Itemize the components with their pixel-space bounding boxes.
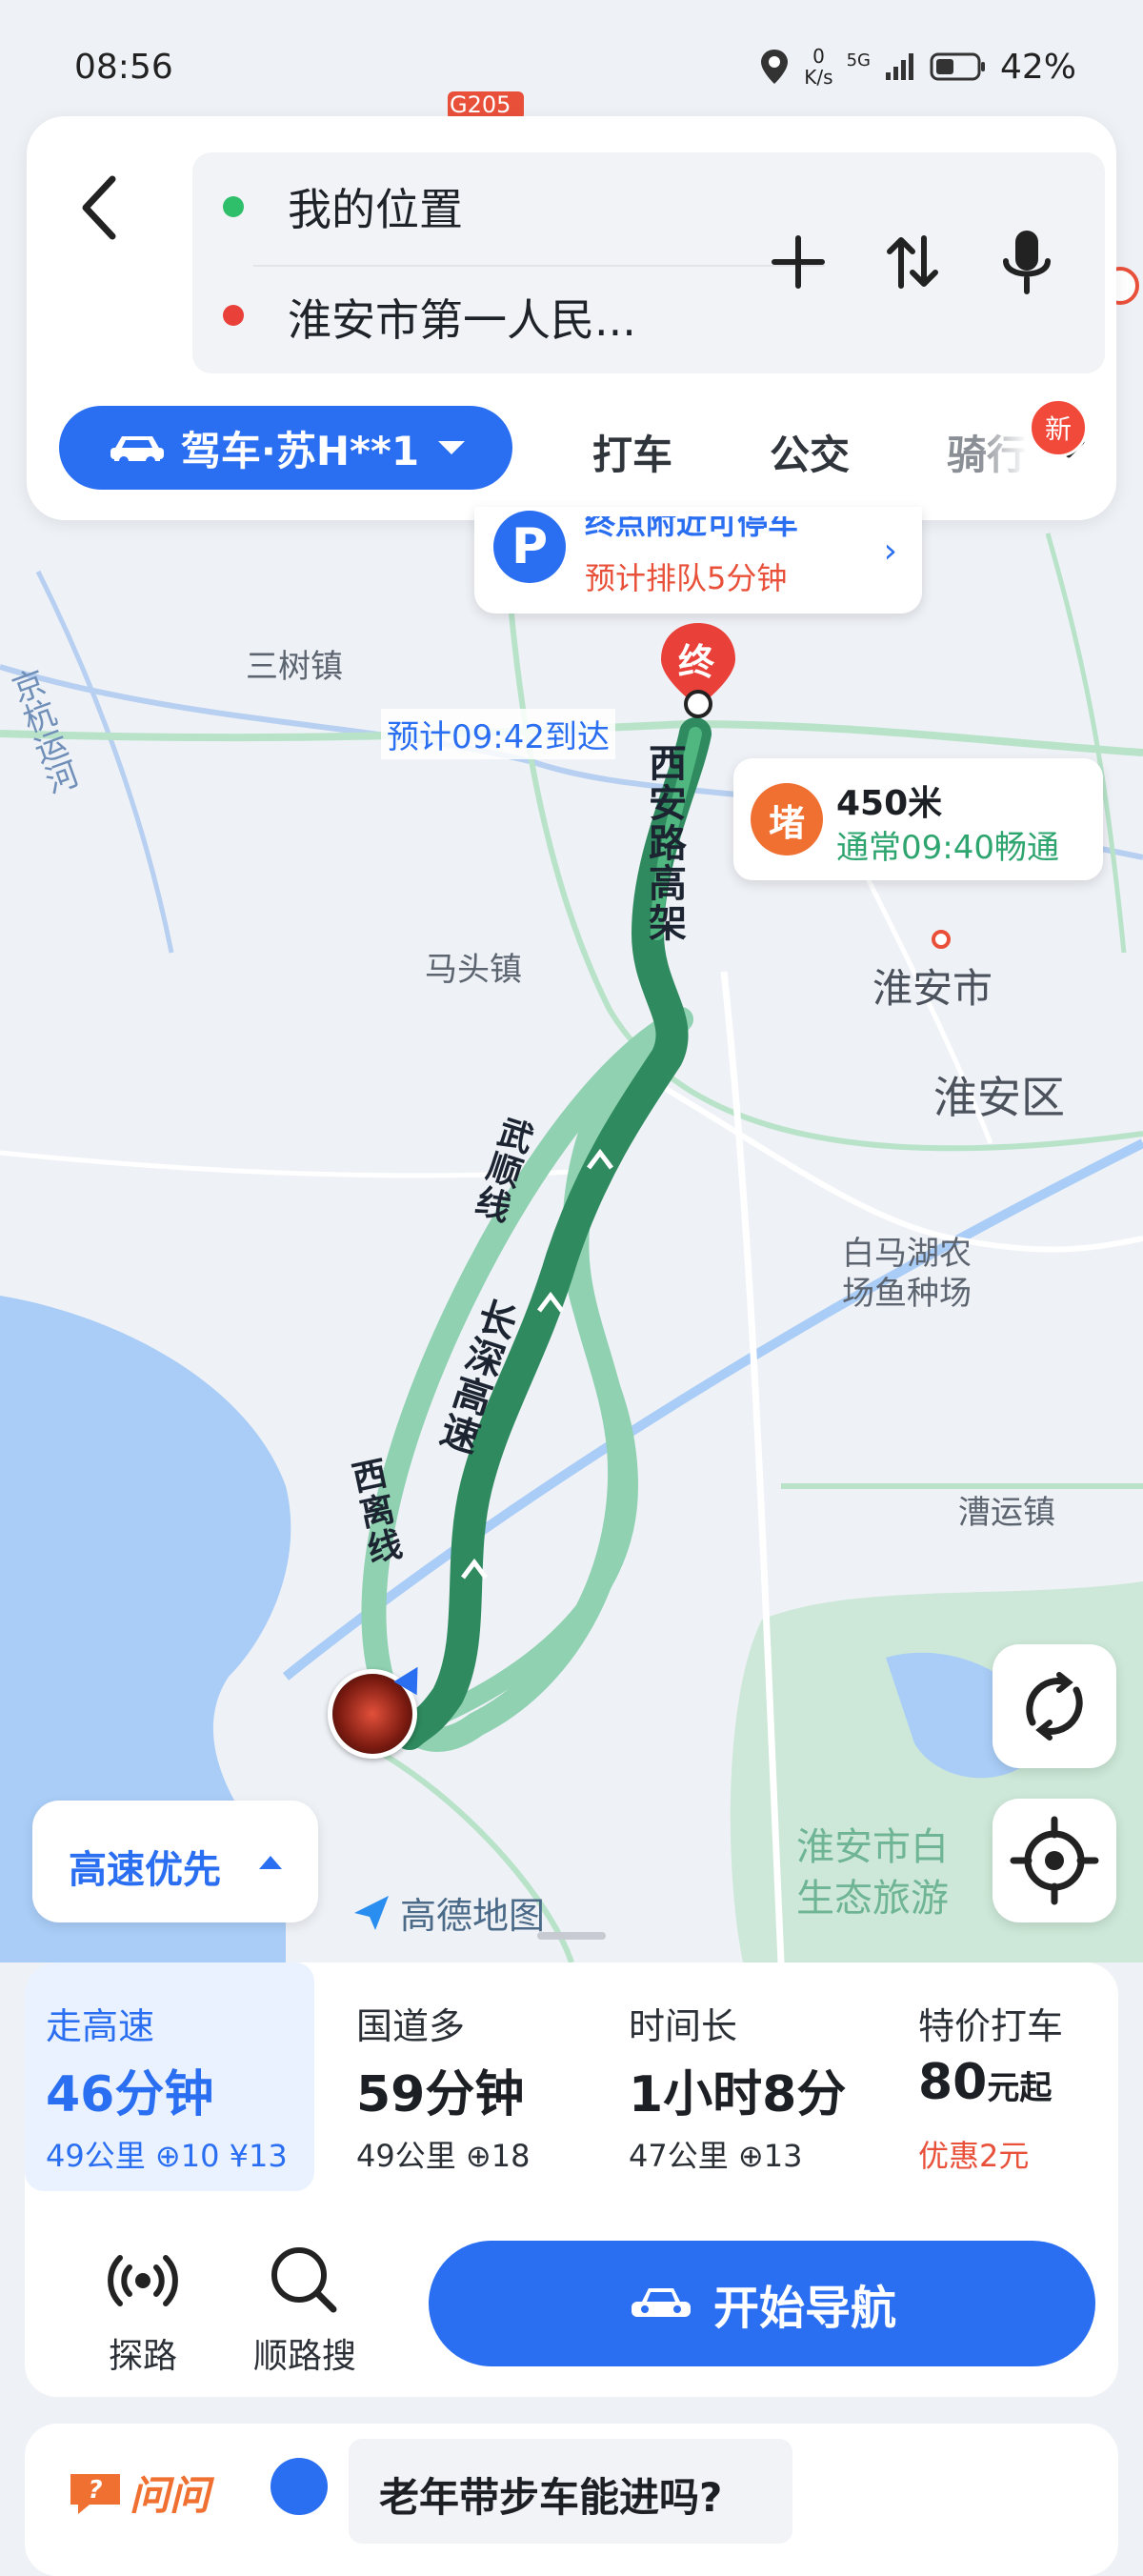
explore-road-button[interactable]: 探路	[76, 2235, 210, 2376]
congestion-card[interactable]: 堵 450米 通常09:40畅通	[733, 758, 1103, 880]
eta-label: 预计09:42到达	[381, 709, 615, 759]
net-speed-unit: K/s	[804, 66, 833, 89]
status-bar: 08:56 0 K/s 5G 42%	[0, 0, 1143, 114]
route-input-box: 我的位置 淮安市第一人民...	[192, 152, 1105, 373]
route-options-sheet: 走高速 46分钟 49公里 ⊕10 ¥13 国道多 59分钟 49公里 ⊕18 …	[25, 1962, 1118, 2397]
route-option-discount-taxi[interactable]: 特价打车 80 元起 优惠2元	[897, 1962, 1118, 2191]
add-waypoint-icon[interactable]	[760, 219, 836, 305]
congestion-status: 通常09:40畅通	[836, 829, 1059, 867]
map-label-huaian-district: 淮安区	[933, 1072, 1065, 1123]
map-label-huaian-city: 淮安市	[872, 965, 993, 1012]
suggested-question-text: 老年带步车能进吗?	[379, 2474, 723, 2521]
parking-icon: P	[493, 511, 566, 583]
mode-taxi[interactable]: 打车	[592, 423, 672, 481]
map-label-wetland-2: 生态旅游	[796, 1877, 949, 1921]
car-icon	[631, 2288, 691, 2317]
svg-text:?: ?	[88, 2476, 102, 2505]
route-option-expressway[interactable]: 走高速 46分钟 49公里 ⊕10 ¥13	[25, 1962, 314, 2191]
route-option-name: 时间长	[629, 2005, 738, 2047]
crosshair-icon	[1010, 1816, 1099, 1905]
destination-marker-label: 终	[678, 641, 715, 683]
congestion-distance: 450米	[836, 784, 943, 823]
refresh-route-button[interactable]	[993, 1644, 1116, 1768]
swap-route-icon[interactable]	[874, 219, 951, 305]
chevron-down-icon	[438, 441, 466, 454]
sheet-drag-handle[interactable]	[537, 1932, 606, 1940]
taxi-price: 80	[918, 2054, 988, 2111]
route-option-duration: 59分钟	[356, 2066, 525, 2123]
destination-input[interactable]: 淮安市第一人民...	[288, 286, 636, 349]
route-option-name: 走高速	[46, 2005, 155, 2047]
mode-drive-label: 驾车·苏H**1	[180, 427, 420, 474]
route-options: 走高速 46分钟 49公里 ⊕10 ¥13 国道多 59分钟 49公里 ⊕18 …	[25, 1962, 1118, 2191]
new-badge: 新	[1029, 398, 1088, 457]
route-option-national-road[interactable]: 国道多 59分钟 49公里 ⊕18	[335, 1962, 602, 2191]
assistant-avatar	[271, 2458, 328, 2515]
route-preference-button[interactable]: 高速优先	[32, 1801, 318, 1922]
route-option-meta: 49公里 ⊕10 ¥13	[46, 2138, 288, 2174]
congestion-icon: 堵	[751, 783, 823, 855]
map-label-caoyun: 漕运镇	[958, 1494, 1055, 1532]
route-option-meta: 49公里 ⊕18	[356, 2138, 531, 2174]
transport-mode-bar: 驾车·苏H**1 打车 公交 骑行	[59, 406, 1107, 497]
map-label-matou: 马头镇	[425, 951, 522, 989]
destination-dot	[223, 305, 244, 326]
route-option-duration: 1小时8分	[629, 2066, 847, 2123]
route-option-name: 特价打车	[918, 2005, 1064, 2047]
signal-icon	[885, 53, 913, 80]
parking-queue-text: 预计排队5分钟	[585, 560, 788, 596]
route-preference-label: 高速优先	[69, 1848, 221, 1892]
route-option-meta: 47公里 ⊕13	[629, 2138, 803, 2174]
refresh-icon	[1026, 1672, 1083, 1741]
route-option-longer[interactable]: 时间长 1小时8分 47公里 ⊕13	[608, 1962, 893, 2191]
mode-ride[interactable]: 骑行	[947, 423, 1027, 481]
taxi-price-unit: 元起	[987, 2069, 1053, 2107]
network-type: 5G	[846, 50, 871, 70]
route-search-card: 我的位置 淮安市第一人民... 驾车·苏H**1 打车 公交 骑行	[27, 116, 1116, 520]
status-time: 08:56	[74, 48, 173, 87]
locate-me-button[interactable]	[993, 1799, 1116, 1922]
amap-logo-icon	[354, 1895, 389, 1930]
car-icon	[110, 436, 164, 466]
suggested-question[interactable]: 老年带步车能进吗?	[349, 2439, 792, 2544]
route-option-duration: 80 元起	[918, 2054, 1052, 2111]
origin-dot	[223, 196, 244, 217]
back-arrow-icon[interactable]	[72, 170, 130, 246]
battery-icon	[930, 52, 985, 81]
route-option-meta: 优惠2元	[918, 2138, 1030, 2174]
mode-transit[interactable]: 公交	[770, 423, 850, 481]
net-speed-value: 0	[812, 45, 825, 68]
map-label-baimahu-2: 场鱼种场	[842, 1275, 972, 1313]
destination-marker[interactable]: 终	[657, 621, 739, 718]
location-icon	[761, 50, 789, 84]
parking-tip-card[interactable]: P 终点附近可停车 预计排队5分钟 ›	[474, 507, 922, 614]
start-navigation-label: 开始导航	[712, 2282, 896, 2335]
search-icon	[271, 2247, 337, 2313]
net-speed: 0 K/s	[804, 46, 832, 88]
chevron-right-icon: ›	[883, 532, 897, 571]
microphone-icon[interactable]	[989, 219, 1065, 305]
map-label-wetland: 淮安市白	[796, 1825, 949, 1869]
origin-input[interactable]: 我的位置	[288, 175, 463, 238]
along-route-search-button[interactable]: 顺路搜	[238, 2235, 371, 2376]
ask-brand-text: 问问	[130, 2472, 211, 2519]
chat-question-icon: ?	[70, 2473, 120, 2514]
along-route-search-label: 顺路搜	[252, 2337, 356, 2376]
start-navigation-button[interactable]: 开始导航	[429, 2241, 1095, 2366]
ask-brand: ? 问问	[67, 2464, 210, 2522]
route-option-duration: 46分钟	[46, 2066, 214, 2123]
ask-card[interactable]: ? 问问 老年带步车能进吗?	[25, 2424, 1118, 2576]
battery-level: 42%	[999, 47, 1076, 87]
road-label-xian-viaduct: 西安路高架	[642, 743, 686, 943]
destination-point-icon	[684, 690, 712, 718]
input-divider	[253, 265, 825, 267]
mode-drive-button[interactable]: 驾车·苏H**1	[59, 406, 512, 490]
caret-up-icon	[259, 1856, 282, 1869]
map-label-sanshu: 三树镇	[246, 648, 343, 686]
broadcast-icon	[108, 2255, 178, 2306]
amap-logo: 高德地图	[351, 1886, 545, 1939]
explore-road-label: 探路	[108, 2337, 177, 2376]
route-option-name: 国道多	[356, 2005, 466, 2047]
amap-logo-text: 高德地图	[400, 1895, 546, 1937]
